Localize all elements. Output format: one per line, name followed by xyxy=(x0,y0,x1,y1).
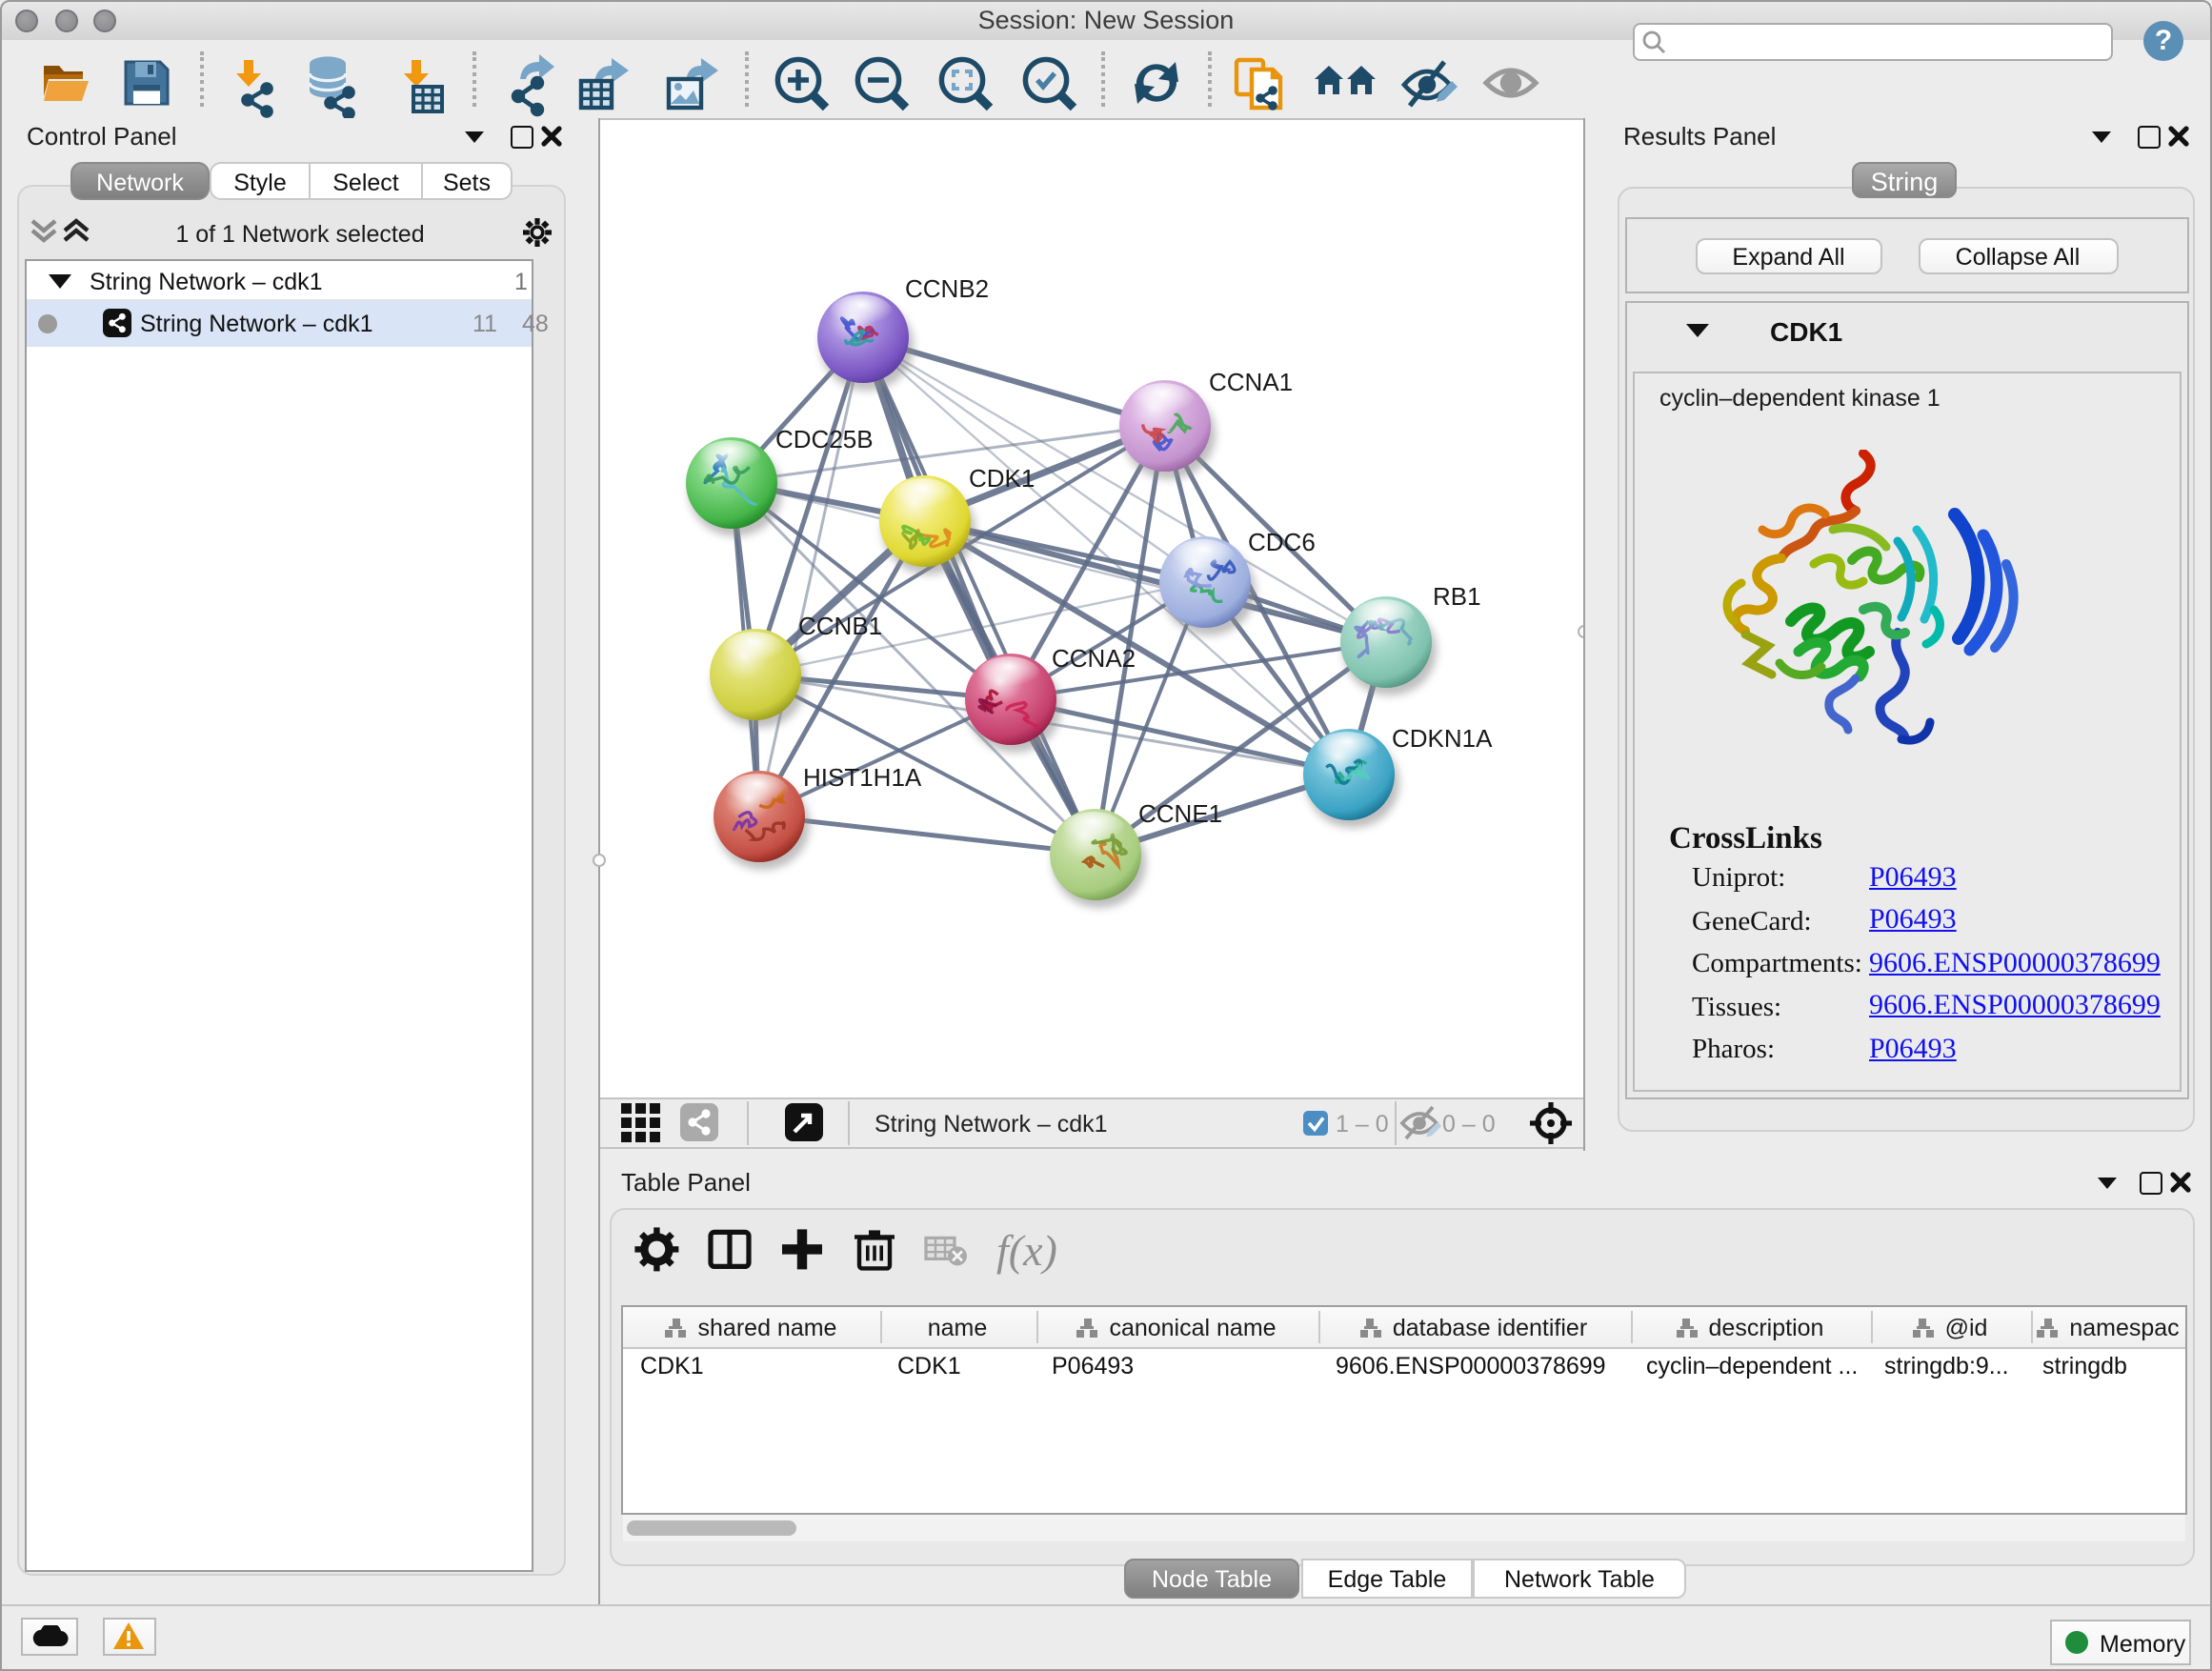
svg-text:CDKN1A: CDKN1A xyxy=(1392,724,1493,753)
svg-text:CCNE1: CCNE1 xyxy=(1138,799,1222,828)
svg-text:HIST1H1A: HIST1H1A xyxy=(803,763,922,792)
svg-text:RB1: RB1 xyxy=(1433,582,1481,611)
svg-text:CDC25B: CDC25B xyxy=(775,425,874,453)
svg-text:CCNB1: CCNB1 xyxy=(798,612,882,640)
svg-text:CDC6: CDC6 xyxy=(1248,528,1316,556)
svg-text:CCNB2: CCNB2 xyxy=(905,274,989,303)
svg-text:CDK1: CDK1 xyxy=(969,464,1035,493)
svg-text:CCNA1: CCNA1 xyxy=(1209,368,1293,396)
svg-text:CCNA2: CCNA2 xyxy=(1052,644,1136,673)
svg-text:f(x): f(x) xyxy=(996,1226,1057,1275)
